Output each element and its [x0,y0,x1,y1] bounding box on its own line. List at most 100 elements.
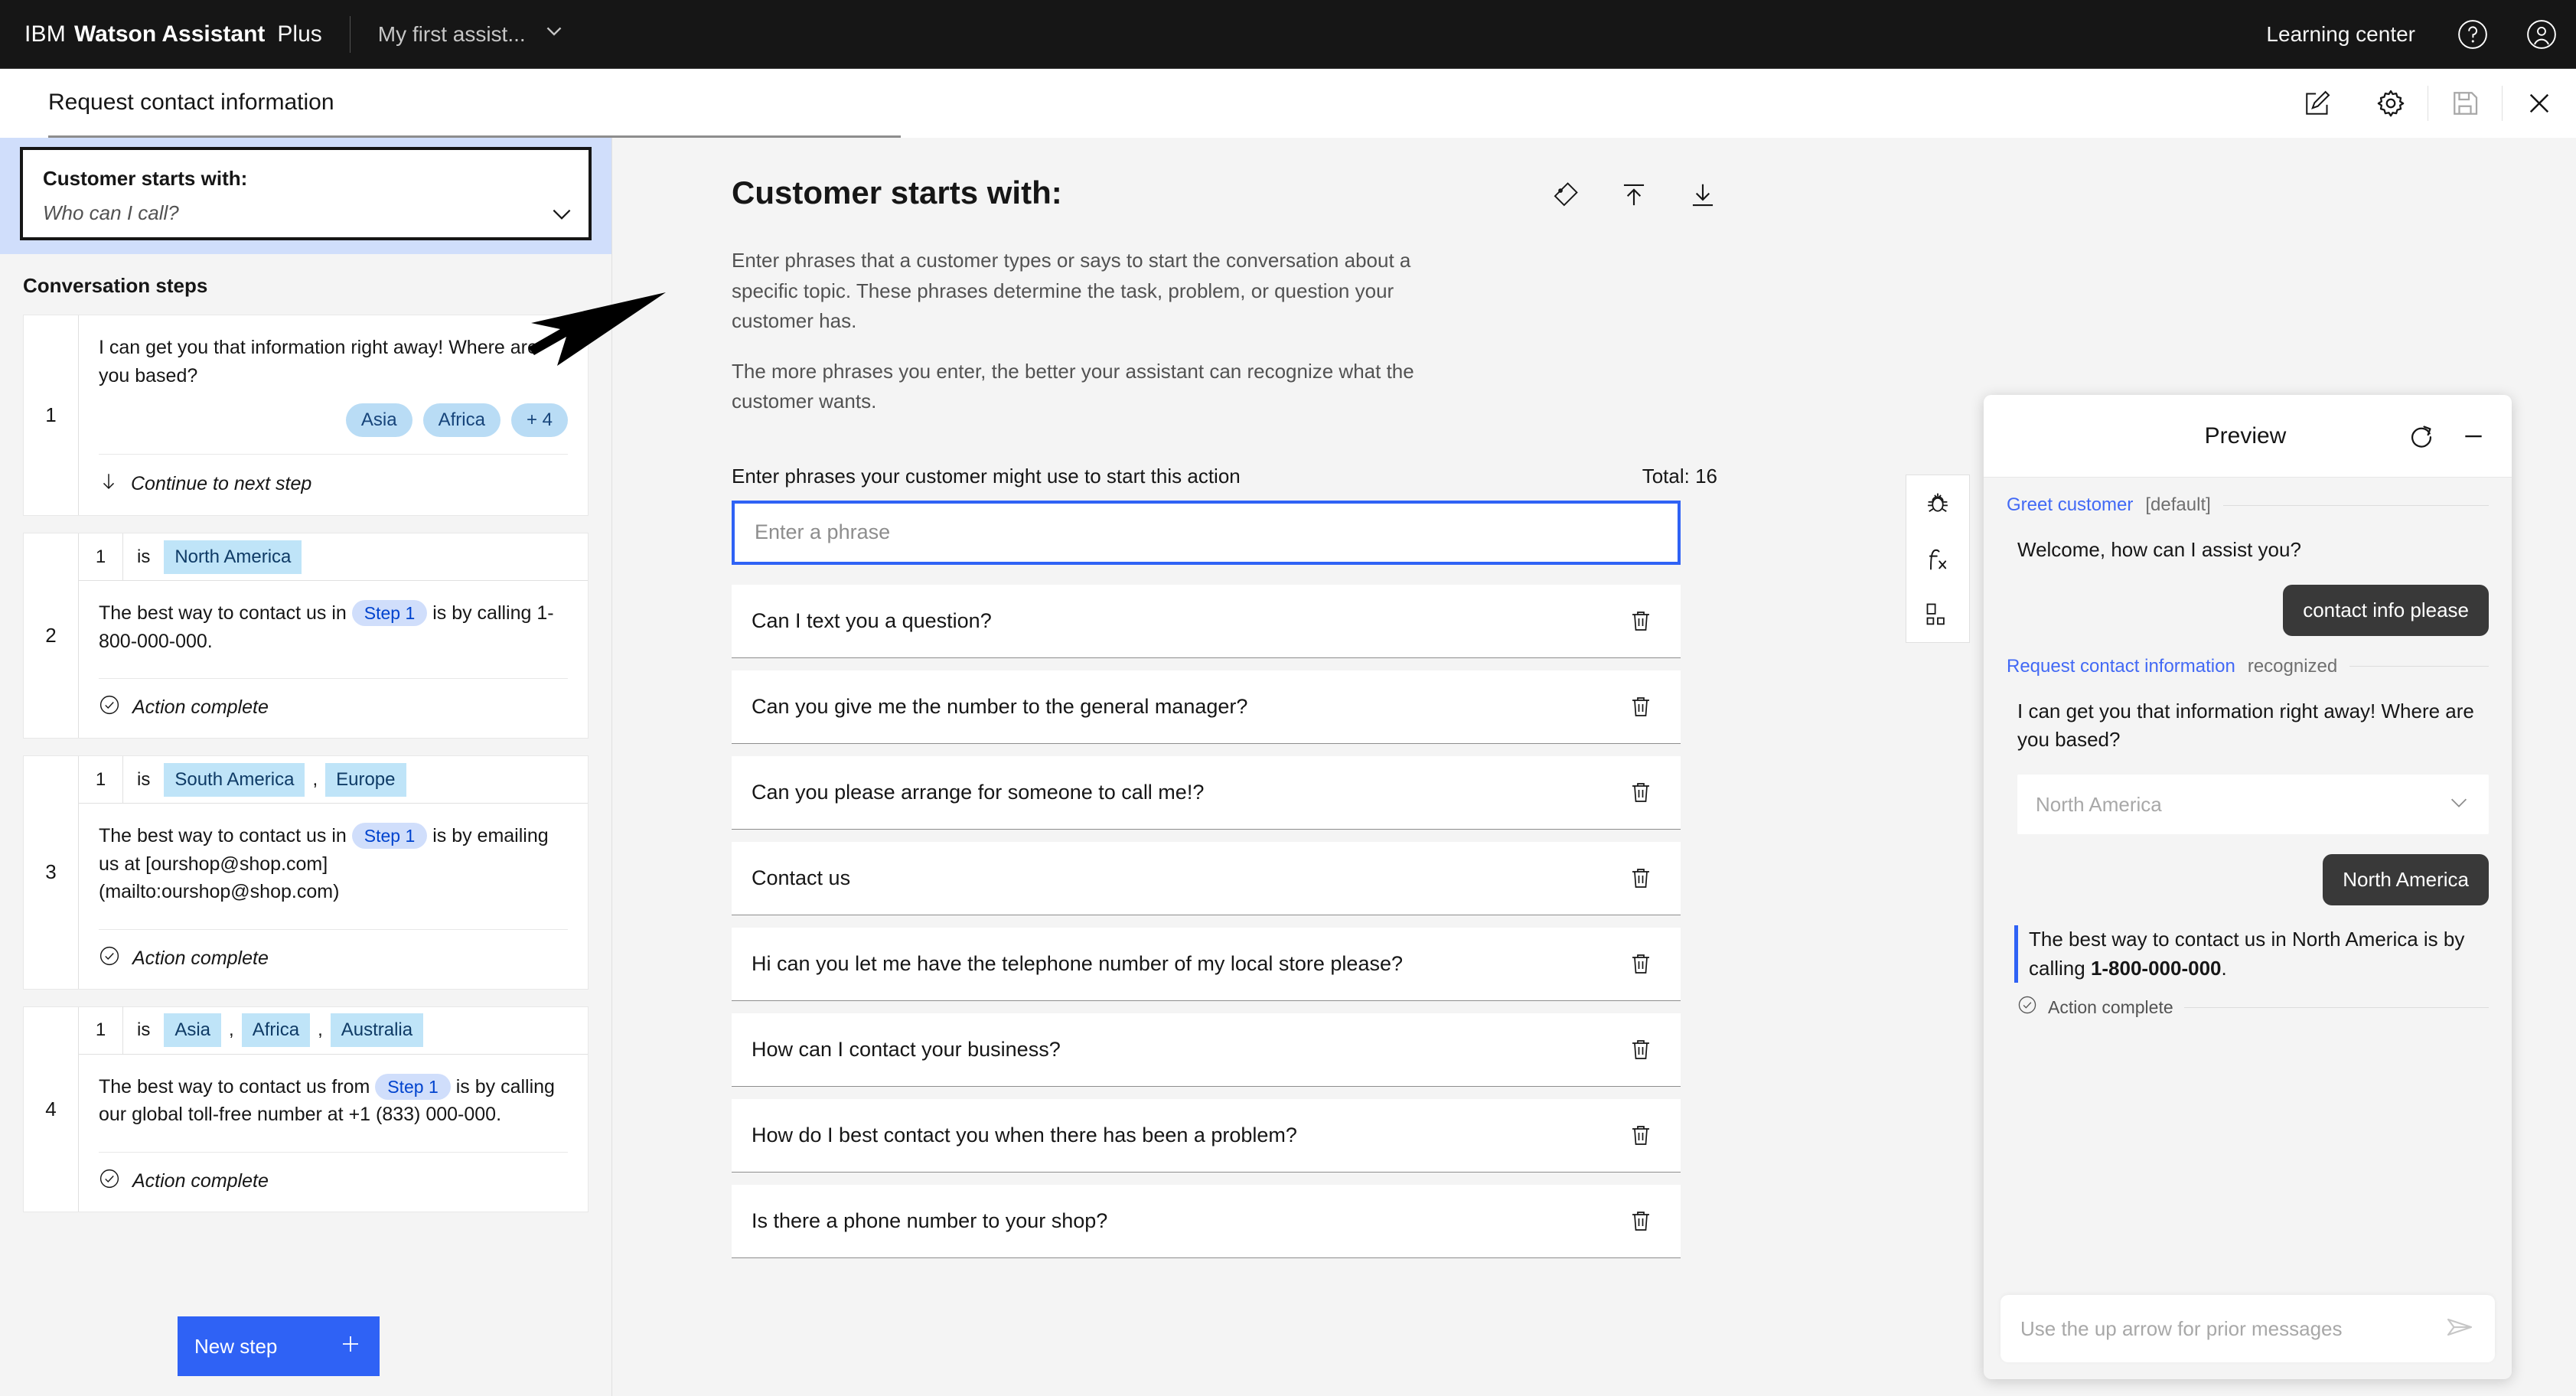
preview-title: Preview [2204,422,2287,448]
option-chip[interactable]: Africa [422,403,501,437]
step-content: 1 is Asia , Africa , Australia The best … [79,1006,588,1212]
option-chip[interactable]: Asia [345,403,412,437]
step-number: 3 [24,756,79,989]
upload-icon[interactable] [1619,181,1648,214]
step-card[interactable]: 1 I can get you that information right a… [23,315,589,516]
step-footer[interactable]: Action complete [79,930,588,989]
answer-phone-number: 1-800-000-000 [2090,956,2222,980]
step-footer-label: Action complete [132,696,269,718]
chevron-down-icon[interactable] [549,201,575,231]
preview-header-actions [2400,415,2512,458]
step-card[interactable]: 2 1 is North America The best way to con… [23,533,589,739]
step-footer-label: Action complete [132,947,269,969]
header-divider [349,15,351,53]
new-step-bar: New step [0,1297,611,1396]
send-icon[interactable] [2444,1312,2475,1346]
step-content: I can get you that information right awa… [79,315,588,515]
phrase-row[interactable]: Hi can you let me have the telephone num… [732,927,1681,1001]
trash-icon[interactable] [1621,1115,1661,1155]
step-condition[interactable]: 1 is Asia , Africa , Australia [79,1006,588,1055]
step-footer[interactable]: Action complete [79,1153,588,1212]
marker-link[interactable]: Request contact information [2007,656,2235,677]
preview-message-input[interactable] [2020,1316,2444,1341]
phrase-text: Contact us [752,866,851,889]
step-footer[interactable]: Continue to next step [79,455,588,515]
step-number: 2 [24,533,79,738]
trash-icon[interactable] [1621,1201,1661,1241]
bot-message: Welcome, how can I assist you? [2017,538,2301,561]
step-card[interactable]: 3 1 is South America , Europe The best w… [23,755,589,990]
phrase-row[interactable]: Can I text you a question? [732,584,1681,658]
trash-icon[interactable] [1621,944,1661,983]
new-step-button[interactable]: New step [178,1316,380,1376]
preview-panel: Preview Greet customer [default] Welcome… [1984,395,2512,1379]
trash-icon[interactable] [1621,858,1661,898]
condition-separator: , [318,1019,323,1040]
settings-gear-icon[interactable] [2354,69,2428,138]
action-complete-label: Action complete [2048,996,2173,1017]
phrase-input-label: Enter phrases your customer might use to… [732,464,1241,488]
phrase-input-wrapper[interactable] [732,500,1681,565]
step-content: 1 is South America , Europe The best way… [79,755,588,989]
main-description: Enter phrases that a customer types or s… [732,246,1420,417]
step-footer[interactable]: Action complete [79,679,588,738]
variables-grid-icon[interactable] [1906,587,1970,642]
bug-icon[interactable] [1906,475,1970,530]
restart-icon[interactable] [2400,415,2443,458]
phrase-row[interactable]: Can you give me the number to the genera… [732,670,1681,744]
condition-operator: is [137,546,151,567]
learning-center-link[interactable]: Learning center [2243,22,2438,47]
phrase-row[interactable]: How can I contact your business? [732,1013,1681,1087]
chevron-down-icon [543,20,566,48]
option-chip-more[interactable]: + 4 [510,403,568,437]
step-reference-chip[interactable]: Step 1 [375,1073,451,1100]
phrase-row[interactable]: How do I best contact you when there has… [732,1098,1681,1173]
phrase-row[interactable]: Can you please arrange for someone to ca… [732,755,1681,830]
conversation-steps-heading: Conversation steps [23,274,208,297]
main-header-actions [1550,174,1717,214]
phrase-total-count: Total: 16 [1642,464,1717,488]
page-title: Request contact information [48,69,901,138]
phrase-row[interactable]: Is there a phone number to your shop? [732,1184,1681,1258]
step-card[interactable]: 4 1 is Asia , Africa , Australia The bes… [23,1006,589,1212]
trash-icon[interactable] [1621,601,1661,641]
trash-icon[interactable] [1621,1029,1661,1069]
phrase-input[interactable] [755,520,1658,545]
preview-input-wrapper[interactable] [2000,1295,2495,1362]
marker-suffix: recognized [2247,655,2338,677]
function-fx-icon[interactable] [1906,531,1970,586]
step-reference-chip[interactable]: Step 1 [351,823,428,849]
starts-with-title: Customer starts with: [43,167,248,190]
condition-variable: 1 [79,533,123,581]
step-footer-label: Continue to next step [131,473,312,494]
tag-icon[interactable] [1550,181,1580,214]
region-dropdown[interactable]: North America [2017,775,2489,835]
customer-starts-with-card[interactable]: Customer starts with: Who can I call? [20,147,592,240]
top-header-bar: IBM Watson Assistant Plus My first assis… [0,0,2576,69]
phrase-row[interactable]: Contact us [732,841,1681,915]
plan-badge: Plus [277,21,322,47]
assistant-selector[interactable]: My first assist... [378,20,566,48]
arrow-down-icon [99,470,119,498]
help-icon[interactable] [2438,0,2507,69]
preview-footer [1984,1295,2512,1379]
download-icon[interactable] [1688,181,1717,214]
user-avatar-icon[interactable] [2507,0,2576,69]
step-number: 1 [24,315,79,515]
step-reference-chip[interactable]: Step 1 [351,600,428,626]
step-condition[interactable]: 1 is North America [79,533,588,581]
product-brand[interactable]: IBM Watson Assistant Plus [24,21,322,47]
trash-icon[interactable] [1621,687,1661,726]
step-condition[interactable]: 1 is South America , Europe [79,755,588,804]
marker-link[interactable]: Greet customer [2007,494,2133,516]
close-icon[interactable] [2503,69,2576,138]
trash-icon[interactable] [1621,772,1661,812]
phrase-text: Is there a phone number to your shop? [752,1208,1108,1232]
minimize-icon[interactable] [2452,415,2495,458]
condition-operator: is [137,1019,151,1040]
condition-value: South America [164,762,305,797]
save-icon[interactable] [2428,69,2502,138]
step-content: 1 is North America The best way to conta… [79,533,588,738]
edit-icon[interactable] [2281,69,2354,138]
step-text-before: The best way to contact us in [99,602,347,624]
